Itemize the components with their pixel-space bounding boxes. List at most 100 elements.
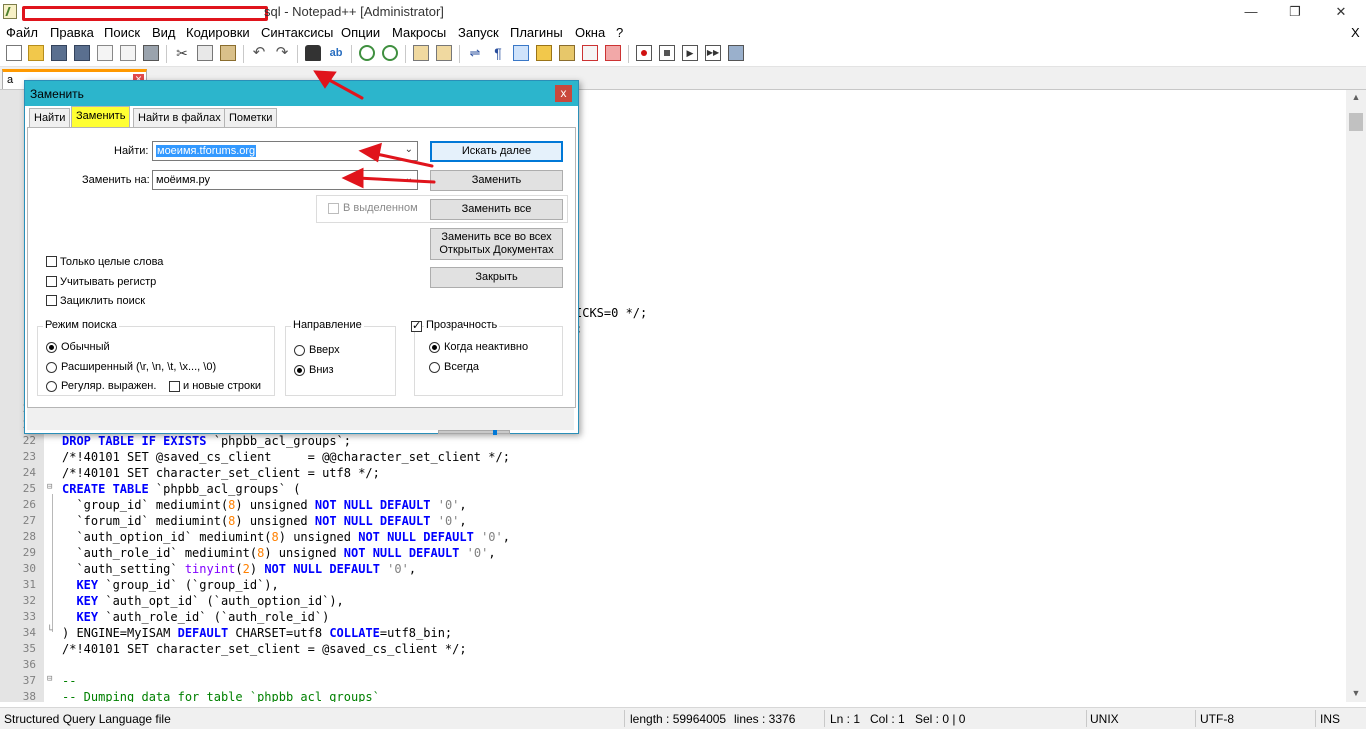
tab-find-in-files[interactable]: Найти в файлах [133, 108, 226, 127]
close-window-button[interactable]: ✕ [1318, 0, 1364, 23]
scrollbar-thumb[interactable] [1349, 113, 1363, 131]
replace-button[interactable]: Заменить [430, 170, 563, 191]
fold-marker-icon[interactable]: ⊟ [47, 674, 52, 684]
transparency-on-lose-focus-radio[interactable] [429, 342, 440, 353]
wrap-around-checkbox[interactable] [46, 295, 57, 306]
scroll-up-icon[interactable]: ▲ [1346, 92, 1366, 110]
status-lines: lines : 3376 [734, 712, 796, 726]
sync-v-icon[interactable] [413, 45, 429, 61]
whole-word-checkbox[interactable] [46, 256, 57, 267]
menu-search[interactable]: Поиск [104, 25, 140, 40]
run-macro-icon[interactable]: ▶▶ [705, 45, 721, 61]
menu-settings[interactable]: Опции [341, 25, 380, 40]
folder-icon[interactable] [582, 45, 598, 61]
close-document-button[interactable]: X [1351, 25, 1360, 40]
status-separator [1195, 710, 1196, 727]
menu-encoding[interactable]: Кодировки [186, 25, 250, 40]
save-icon[interactable] [51, 45, 67, 61]
find-input[interactable]: моеимя.tforums.org ⌄ [152, 141, 418, 161]
dialog-close-button[interactable]: x [555, 85, 572, 102]
menu-plugins[interactable]: Плагины [510, 25, 563, 40]
dialog-title-bar[interactable]: Заменить x [25, 81, 578, 106]
print-icon[interactable] [143, 45, 159, 61]
vertical-scrollbar[interactable] [1346, 90, 1366, 702]
menu-window[interactable]: Окна [575, 25, 605, 40]
direction-up-radio[interactable] [294, 345, 305, 356]
transparency-always-radio[interactable] [429, 362, 440, 373]
code-line-25: CREATE TABLE `phpbb_acl_groups` ( [62, 482, 301, 496]
wrap-around-label: Зациклить поиск [60, 295, 146, 307]
transparency-checkbox[interactable] [411, 319, 422, 332]
code-line-37: -- [62, 674, 77, 688]
code-line-26: `group_id` mediumint(8) unsigned NOT NUL… [62, 498, 467, 512]
undo-icon[interactable]: ↶ [251, 45, 267, 61]
direction-down-radio[interactable] [294, 365, 305, 376]
maximize-button[interactable]: ❐ [1272, 0, 1318, 23]
close-button[interactable]: Закрыть [430, 267, 563, 288]
tab-find[interactable]: Найти [29, 108, 71, 127]
match-case-checkbox[interactable] [46, 276, 57, 287]
line-number: 30 [22, 562, 36, 575]
save-all-icon[interactable] [74, 45, 90, 61]
line-number: 23 [22, 450, 36, 463]
in-selection-checkbox[interactable] [328, 203, 339, 214]
replace-all-open-docs-button[interactable]: Заменить все во всех Открытых Документах [430, 228, 563, 260]
mode-regex-radio[interactable] [46, 381, 57, 392]
toolbar-separator [297, 45, 298, 63]
zoom-out-icon[interactable] [382, 45, 398, 61]
tab-mark[interactable]: Пометки [224, 108, 278, 127]
close-icon[interactable] [97, 45, 113, 61]
indent-guide-icon[interactable] [513, 45, 529, 61]
line-number: 28 [22, 530, 36, 543]
menu-edit[interactable]: Правка [50, 25, 94, 40]
new-file-icon[interactable] [6, 45, 22, 61]
code-line-33: KEY `auth_role_id` (`auth_role_id`) [76, 610, 330, 624]
copy-icon[interactable] [197, 45, 213, 61]
cut-icon[interactable]: ✂ [174, 45, 190, 61]
doc-map-icon[interactable] [536, 45, 552, 61]
menu-language[interactable]: Синтаксисы [261, 25, 333, 40]
replace-icon[interactable]: ab [328, 45, 344, 61]
menu-view[interactable]: Вид [152, 25, 176, 40]
menu-help[interactable]: ? [616, 25, 623, 40]
find-next-button[interactable]: Искать далее [430, 141, 563, 162]
scroll-down-icon[interactable]: ▼ [1346, 688, 1366, 702]
record-macro-icon[interactable] [636, 45, 652, 61]
menu-file[interactable]: Файл [6, 25, 38, 40]
tab-replace[interactable]: Заменить [71, 106, 131, 127]
save-macro-icon[interactable] [728, 45, 744, 61]
status-col: Col : 1 [870, 712, 905, 726]
find-icon[interactable] [305, 45, 321, 61]
play-macro-icon[interactable]: ▶ [682, 45, 698, 61]
replace-input[interactable]: моёимя.ру ⌄ [152, 170, 418, 190]
sync-h-icon[interactable] [436, 45, 452, 61]
chevron-down-icon: ⌄ [404, 144, 413, 155]
zoom-in-icon[interactable] [359, 45, 375, 61]
status-separator [624, 710, 625, 727]
fold-marker-icon[interactable]: ⊟ [47, 482, 52, 492]
code-line-23: /*!40101 SET @saved_cs_client = @@charac… [62, 450, 510, 464]
word-wrap-icon[interactable]: ⇌ [467, 45, 483, 61]
open-file-icon[interactable] [28, 45, 44, 61]
stop-macro-icon[interactable] [659, 45, 675, 61]
all-chars-icon[interactable]: ¶ [490, 45, 506, 61]
status-eol: UNIX [1090, 712, 1119, 726]
redo-icon[interactable]: ↷ [274, 45, 290, 61]
line-number: 35 [22, 642, 36, 655]
dot-newline-checkbox[interactable] [169, 381, 180, 392]
minimize-button[interactable]: — [1228, 0, 1274, 23]
notepadpp-icon [3, 4, 17, 19]
line-number: 26 [22, 498, 36, 511]
panel-icon[interactable] [605, 45, 621, 61]
toolbar-separator [459, 45, 460, 63]
mode-normal-radio[interactable] [46, 342, 57, 353]
menu-run[interactable]: Запуск [458, 25, 499, 40]
mode-extended-radio[interactable] [46, 362, 57, 373]
paste-icon[interactable] [220, 45, 236, 61]
function-list-icon[interactable] [559, 45, 575, 61]
direction-down-label: Вниз [309, 364, 334, 376]
menu-macro[interactable]: Макросы [392, 25, 446, 40]
transparency-slider[interactable] [438, 430, 510, 434]
replace-all-button[interactable]: Заменить все [430, 199, 563, 220]
close-all-icon[interactable] [120, 45, 136, 61]
